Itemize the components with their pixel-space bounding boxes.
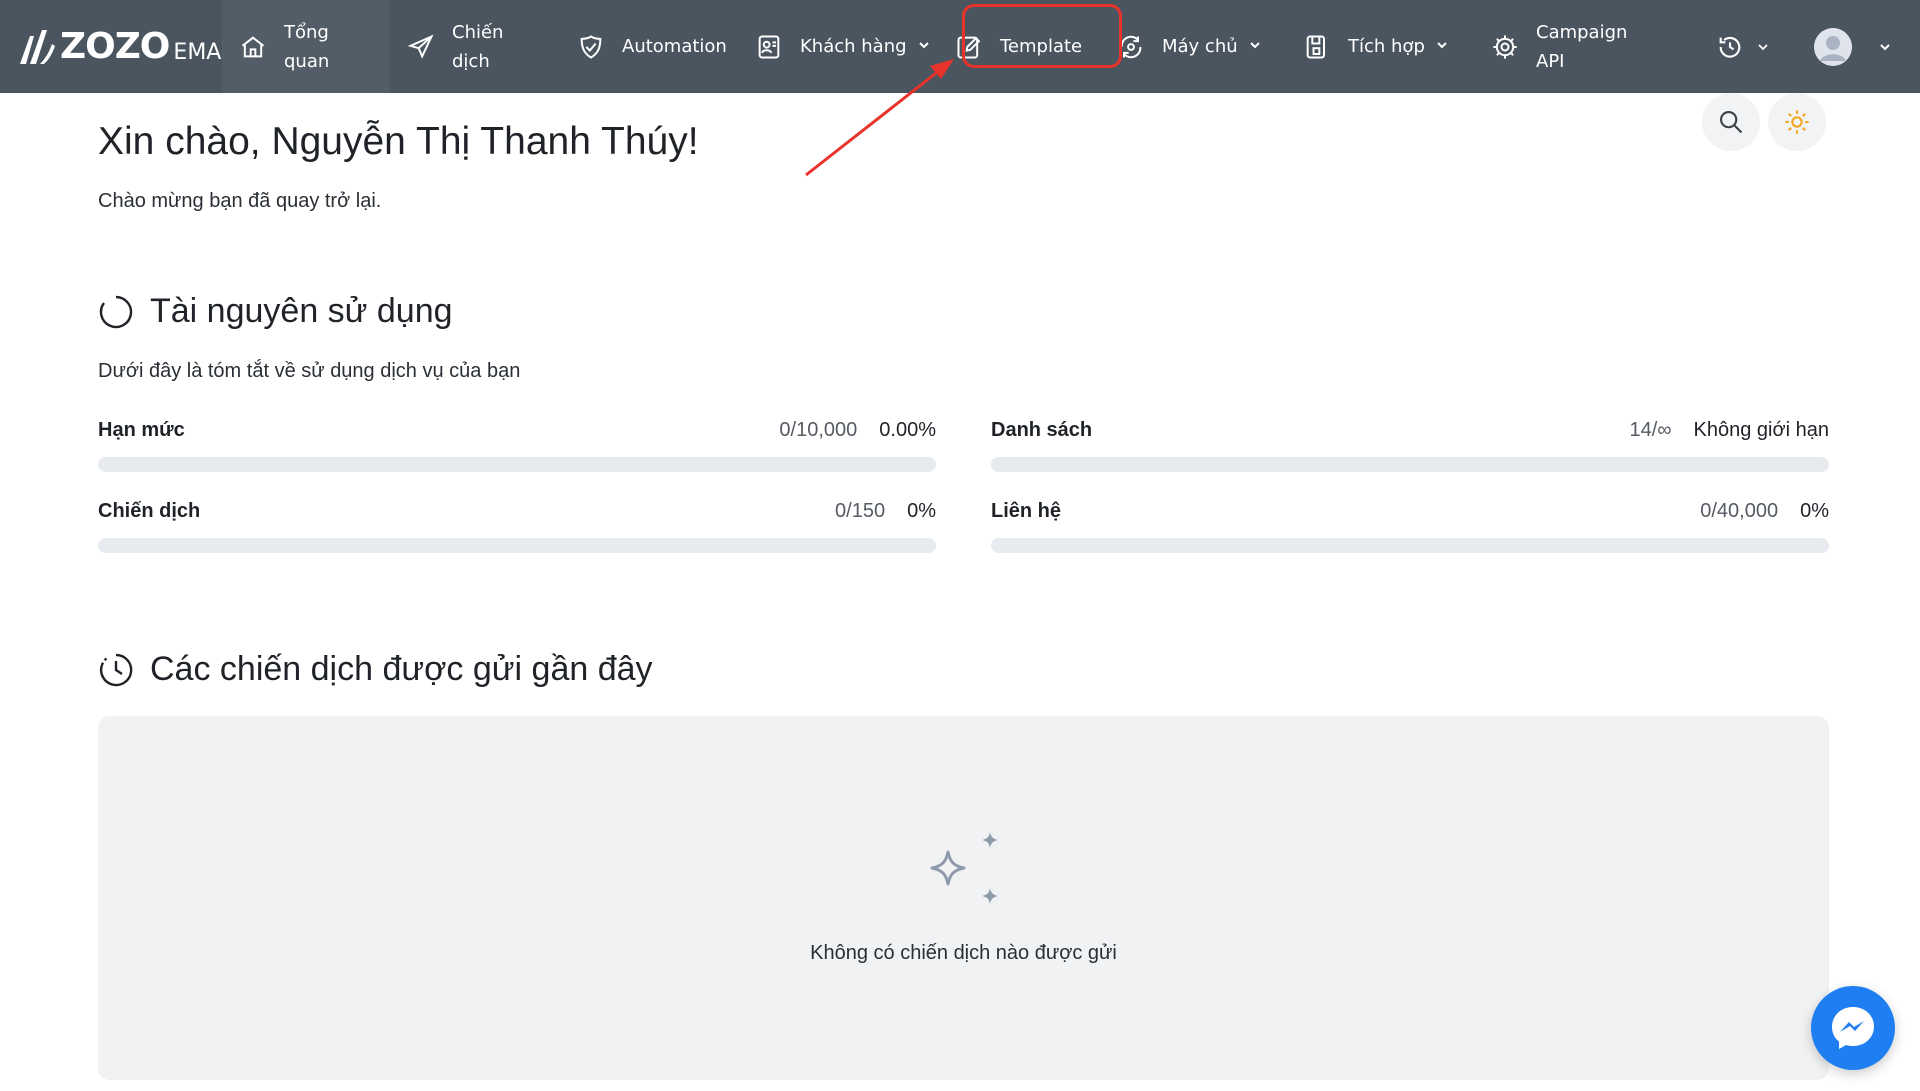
nav-label: Chiến dịch <box>452 21 504 72</box>
nav-item-campaign-api[interactable]: Campaign API <box>1472 0 1652 93</box>
meter-name: Danh sách <box>991 418 1093 441</box>
search-button[interactable] <box>1702 93 1760 151</box>
meter-percent: Không giới hạn <box>1693 418 1829 441</box>
history-icon <box>1719 36 1741 58</box>
shield-check-icon <box>576 32 606 62</box>
api-gear-icon <box>1490 32 1520 62</box>
meter-percent: 0% <box>907 499 936 522</box>
meter-name: Chiến dịch <box>98 499 201 522</box>
chevron-down-icon <box>1758 43 1768 50</box>
empty-state-card: Không có chiến dịch nào được gửi <box>98 716 1829 1080</box>
meter-count: 14/∞ <box>1629 418 1672 441</box>
resources-title: Tài nguyên sử dụng <box>150 292 453 330</box>
clock-icon <box>98 652 134 688</box>
integration-icon <box>1302 32 1332 62</box>
meter-contacts: Liên hệ 0/40,000 0% <box>991 496 1829 553</box>
brand-suffix: EMA <box>173 40 222 65</box>
sparkles-icon <box>930 832 998 904</box>
nav-item-campaigns[interactable]: Chiến dịch <box>390 0 560 93</box>
messenger-icon <box>1832 1007 1874 1049</box>
nav-label: Tích hợp <box>1348 36 1425 57</box>
zozo-logo-icon <box>20 29 55 64</box>
top-navbar: ZOZO EMA Tổng quan Chiến dịch Automation… <box>0 0 1920 93</box>
meter-count: 0/150 <box>835 499 886 522</box>
meter-quota: Hạn mức 0/10,000 0.00% <box>98 415 936 472</box>
contacts-icon <box>754 32 784 62</box>
home-icon <box>238 32 268 62</box>
nav-item-overview[interactable]: Tổng quan <box>222 0 390 93</box>
brand-name: ZOZO <box>60 26 170 67</box>
messenger-chat-button[interactable] <box>1811 986 1895 1070</box>
progress-bar <box>98 457 936 472</box>
empty-state-message: Không có chiến dịch nào được gửi <box>810 942 1117 964</box>
sun-icon <box>1785 110 1809 134</box>
send-icon <box>406 32 436 62</box>
recent-title: Các chiến dịch được gửi gần đây <box>150 650 653 688</box>
chevron-down-icon <box>1435 36 1449 57</box>
nav-right-tools <box>1716 0 1920 93</box>
progress-bar <box>98 538 936 553</box>
recent-heading: Các chiến dịch được gửi gần đây <box>98 650 653 689</box>
nav-item-servers[interactable]: Máy chủ <box>1100 0 1286 93</box>
meter-count: 0/10,000 <box>779 418 858 441</box>
page-title: Xin chào, Nguyễn Thị Thanh Thúy! <box>98 120 699 163</box>
avatar[interactable] <box>1814 27 1852 66</box>
nav-item-template[interactable]: Template <box>932 0 1100 93</box>
nav-label: Campaign API <box>1536 21 1628 72</box>
meter-lists: Danh sách 14/∞ Không giới hạn <box>991 415 1829 472</box>
progress-bar <box>991 538 1829 553</box>
loading-circle-icon <box>98 294 134 330</box>
nav-item-integrations[interactable]: Tích hợp <box>1286 0 1472 93</box>
meter-percent: 0.00% <box>879 418 936 441</box>
nav-item-automation[interactable]: Automation <box>560 0 738 93</box>
history-menu[interactable] <box>1716 33 1770 61</box>
chevron-down-icon <box>1880 43 1890 50</box>
nav-label: Tổng quan <box>284 21 330 72</box>
user-avatar-icon <box>1814 27 1852 66</box>
search-icon <box>1720 111 1743 134</box>
logo[interactable]: ZOZO EMA <box>0 0 222 93</box>
chevron-down-icon <box>917 36 931 57</box>
page-subtitle: Chào mừng bạn đã quay trở lại. <box>98 190 382 212</box>
resources-subtitle: Dưới đây là tóm tắt về sử dụng dịch vụ c… <box>98 360 521 382</box>
progress-bar <box>991 457 1829 472</box>
theme-toggle-button[interactable] <box>1768 93 1826 151</box>
nav-label: Máy chủ <box>1162 36 1238 57</box>
resources-heading: Tài nguyên sử dụng <box>98 292 453 331</box>
edit-icon <box>954 32 984 62</box>
meter-count: 0/40,000 <box>1700 499 1779 522</box>
nav-label: Automation <box>622 36 727 57</box>
meter-name: Hạn mức <box>98 418 185 441</box>
nav-label: Template <box>1000 36 1083 57</box>
user-menu[interactable] <box>1814 27 1892 66</box>
chevron-down-icon <box>1248 36 1262 57</box>
nav-label: Khách hàng <box>800 36 907 57</box>
meter-name: Liên hệ <box>991 499 1062 522</box>
server-sync-icon <box>1116 32 1146 62</box>
nav-item-customers[interactable]: Khách hàng <box>738 0 932 93</box>
meter-percent: 0% <box>1800 499 1829 522</box>
meter-campaigns: Chiến dịch 0/150 0% <box>98 496 936 553</box>
